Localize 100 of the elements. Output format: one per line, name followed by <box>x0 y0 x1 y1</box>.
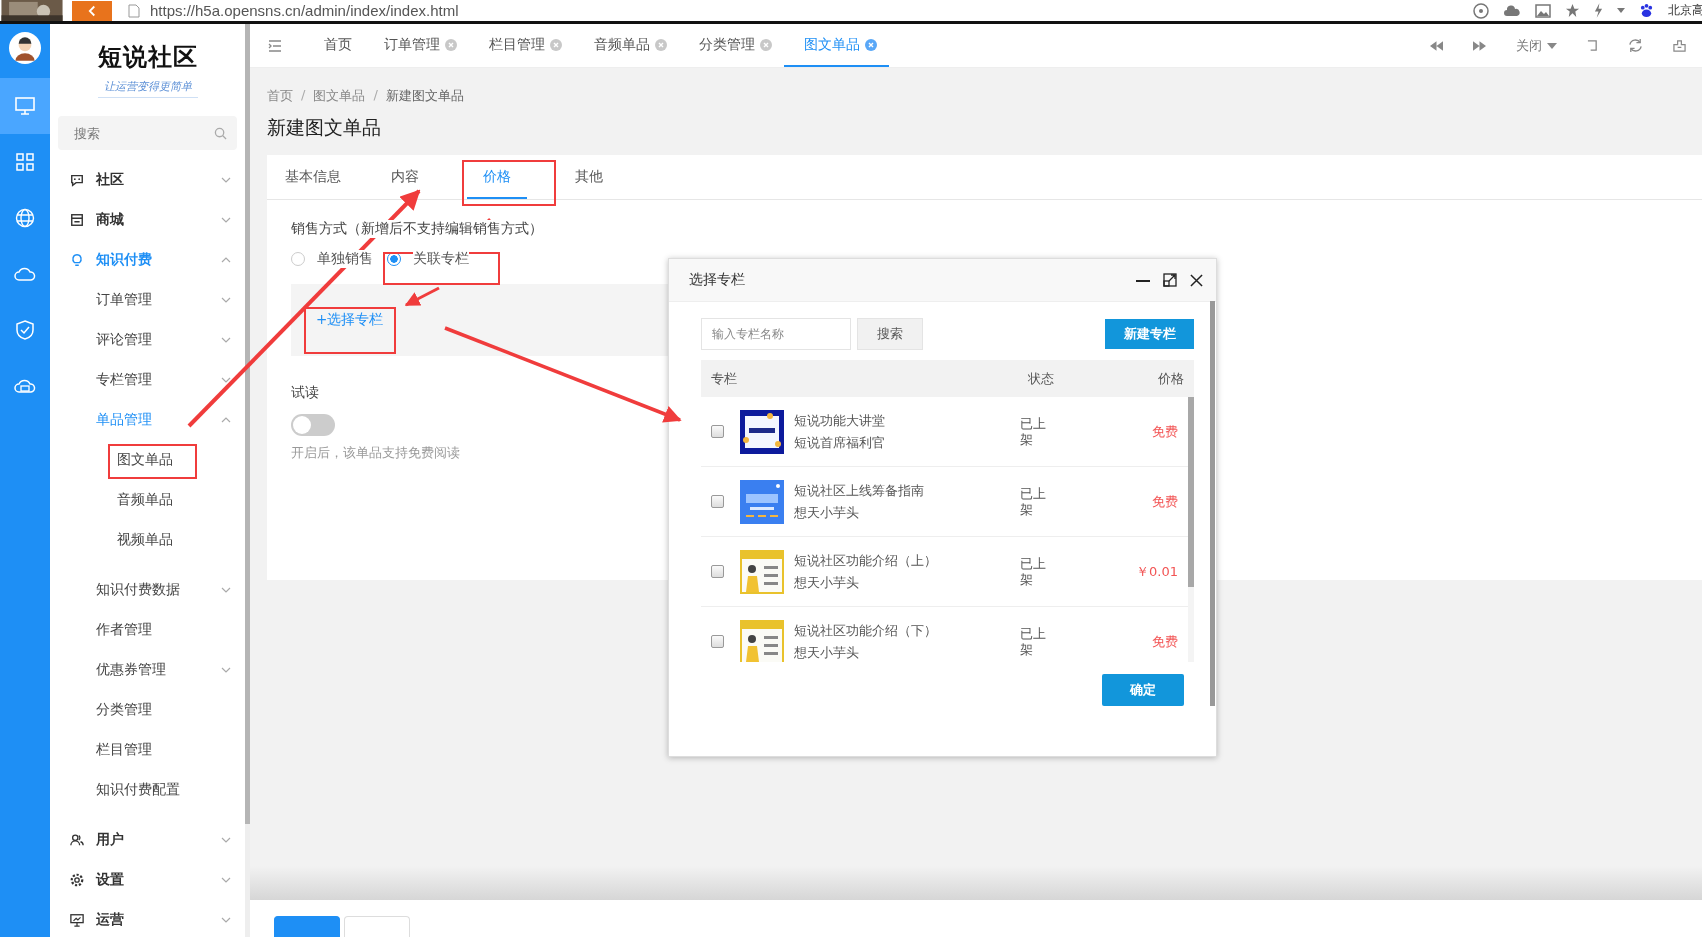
menu-item[interactable]: 分类管理 <box>50 690 245 730</box>
maximize-icon[interactable] <box>1163 273 1177 287</box>
chevron-down-icon <box>221 297 231 303</box>
menu-item[interactable]: 商城 <box>50 200 245 240</box>
checkbox[interactable] <box>711 425 724 438</box>
chevron-down-icon <box>221 587 231 593</box>
menu-item[interactable]: 音频单品 <box>50 480 245 520</box>
search-input[interactable]: 搜索 <box>72 124 214 142</box>
menu-item[interactable]: 设置 <box>50 860 245 900</box>
star-icon[interactable] <box>1565 3 1580 18</box>
column-title: 短说功能大讲堂 <box>794 411 886 430</box>
column-author: 想天小芋头 <box>794 503 860 522</box>
cloud-icon[interactable] <box>1503 3 1521 18</box>
checkbox[interactable] <box>711 635 724 648</box>
page-tab[interactable]: 分类管理 <box>679 24 784 68</box>
price-text: ￥0.01 <box>1135 562 1178 581</box>
search-field[interactable]: 搜索 <box>58 116 237 150</box>
page-tab[interactable]: 首页 <box>304 24 364 68</box>
chevron-down-icon <box>221 917 231 923</box>
status-text: 已上架 <box>1020 625 1047 658</box>
column-header: 价格 <box>1158 369 1184 388</box>
cancel-button[interactable] <box>344 916 410 937</box>
lightning-icon[interactable] <box>1594 3 1603 18</box>
form-tab[interactable]: 价格 <box>451 155 543 200</box>
menu-item[interactable]: 专栏管理 <box>50 360 245 400</box>
price-text: 免费 <box>1151 422 1178 441</box>
page-tab[interactable]: 订单管理 <box>364 24 469 68</box>
caret-icon[interactable] <box>1617 8 1625 13</box>
form-tab[interactable]: 基本信息 <box>267 155 359 200</box>
scrollbar[interactable] <box>1210 301 1215 706</box>
menu-item[interactable]: 单品管理 <box>50 400 245 440</box>
menu-item[interactable]: 订单管理 <box>50 280 245 320</box>
search-field[interactable]: 输入专栏名称 <box>701 318 851 350</box>
chevron-up-icon <box>221 257 231 263</box>
scrollbar[interactable] <box>1188 397 1194 587</box>
dialog-title: 选择专栏 <box>689 271 745 289</box>
close-menu-button[interactable]: 关闭 <box>1516 36 1557 55</box>
close-icon[interactable] <box>1190 273 1203 287</box>
monitor-icon <box>15 97 35 115</box>
chevron-down-icon <box>221 217 231 223</box>
page-tab[interactable]: 音频单品 <box>574 24 679 68</box>
column-header: 状态 <box>1028 369 1055 388</box>
menu-item[interactable]: 运营 <box>50 900 245 937</box>
home-icon[interactable] <box>1673 39 1686 53</box>
form-tab[interactable]: 内容 <box>359 155 451 200</box>
menu-item[interactable]: 视频单品 <box>50 520 245 560</box>
menu-item[interactable]: 知识付费数据 <box>50 570 245 610</box>
fast-forward-icon[interactable] <box>1473 40 1486 51</box>
menu-item[interactable]: 用户 <box>50 820 245 860</box>
menu-item[interactable]: 评论管理 <box>50 320 245 360</box>
status-text: 已上架 <box>1020 555 1047 588</box>
cloud-server-icon <box>14 378 36 394</box>
column-author: 想天小芋头 <box>794 573 860 592</box>
users-icon <box>70 833 84 847</box>
hint-text: 开启后，该单品支持免费阅读 <box>291 444 461 463</box>
presentation-icon <box>70 913 84 927</box>
search-button[interactable]: 搜索 <box>857 318 923 350</box>
fan-icon[interactable] <box>1473 2 1489 19</box>
menu-item[interactable]: 作者管理 <box>50 610 245 650</box>
price-text: 免费 <box>1151 632 1178 651</box>
menu-item[interactable]: 社区 <box>50 160 245 200</box>
checkbox[interactable] <box>711 565 724 578</box>
slogan: 让运营变得更简单 <box>97 78 198 98</box>
paw-icon[interactable] <box>1639 3 1654 18</box>
chevron-down-icon <box>221 877 231 883</box>
refresh-icon[interactable] <box>1628 38 1643 54</box>
page-tab[interactable]: 栏目管理 <box>469 24 574 68</box>
breadcrumb-separator: / <box>373 87 378 105</box>
return-icon[interactable] <box>1587 40 1598 52</box>
chevron-left-icon <box>87 4 97 17</box>
menu-item[interactable]: 知识付费配置 <box>50 770 245 810</box>
image-icon[interactable] <box>1535 3 1551 18</box>
toggle-switch[interactable] <box>291 414 335 437</box>
back-button[interactable] <box>72 0 112 21</box>
column-author: 想天小芋头 <box>794 643 860 662</box>
scrollbar[interactable] <box>245 24 250 824</box>
page-icon <box>128 3 140 18</box>
breadcrumb-separator: / <box>301 87 306 105</box>
chevron-down-icon <box>221 177 231 183</box>
column-title: 短说社区上线筹备指南 <box>794 481 925 500</box>
column-title: 短说社区功能介绍（上） <box>794 551 938 570</box>
chevron-down-icon <box>221 667 231 673</box>
menu-item[interactable]: 栏目管理 <box>50 730 245 770</box>
chat-icon <box>70 173 84 187</box>
settings-icon <box>70 873 84 887</box>
address-bar[interactable]: https://h5a.opensns.cn/admin/index/index.html <box>150 2 459 19</box>
menu-icon[interactable] <box>268 39 282 52</box>
menu-item[interactable]: 图文单品 <box>50 440 245 480</box>
chevron-down-icon <box>221 337 231 343</box>
shield-icon <box>16 320 34 340</box>
cloud-icon <box>14 267 36 281</box>
form-tab[interactable]: 其他 <box>543 155 635 200</box>
menu-item[interactable]: 优惠券管理 <box>50 650 245 690</box>
globe-icon <box>15 208 35 228</box>
avatar[interactable] <box>9 32 41 64</box>
checkbox[interactable] <box>711 495 724 508</box>
status-text: 已上架 <box>1020 415 1047 448</box>
lightbulb-icon <box>70 253 84 267</box>
rewind-icon[interactable] <box>1430 40 1443 51</box>
grid-icon <box>16 153 34 171</box>
